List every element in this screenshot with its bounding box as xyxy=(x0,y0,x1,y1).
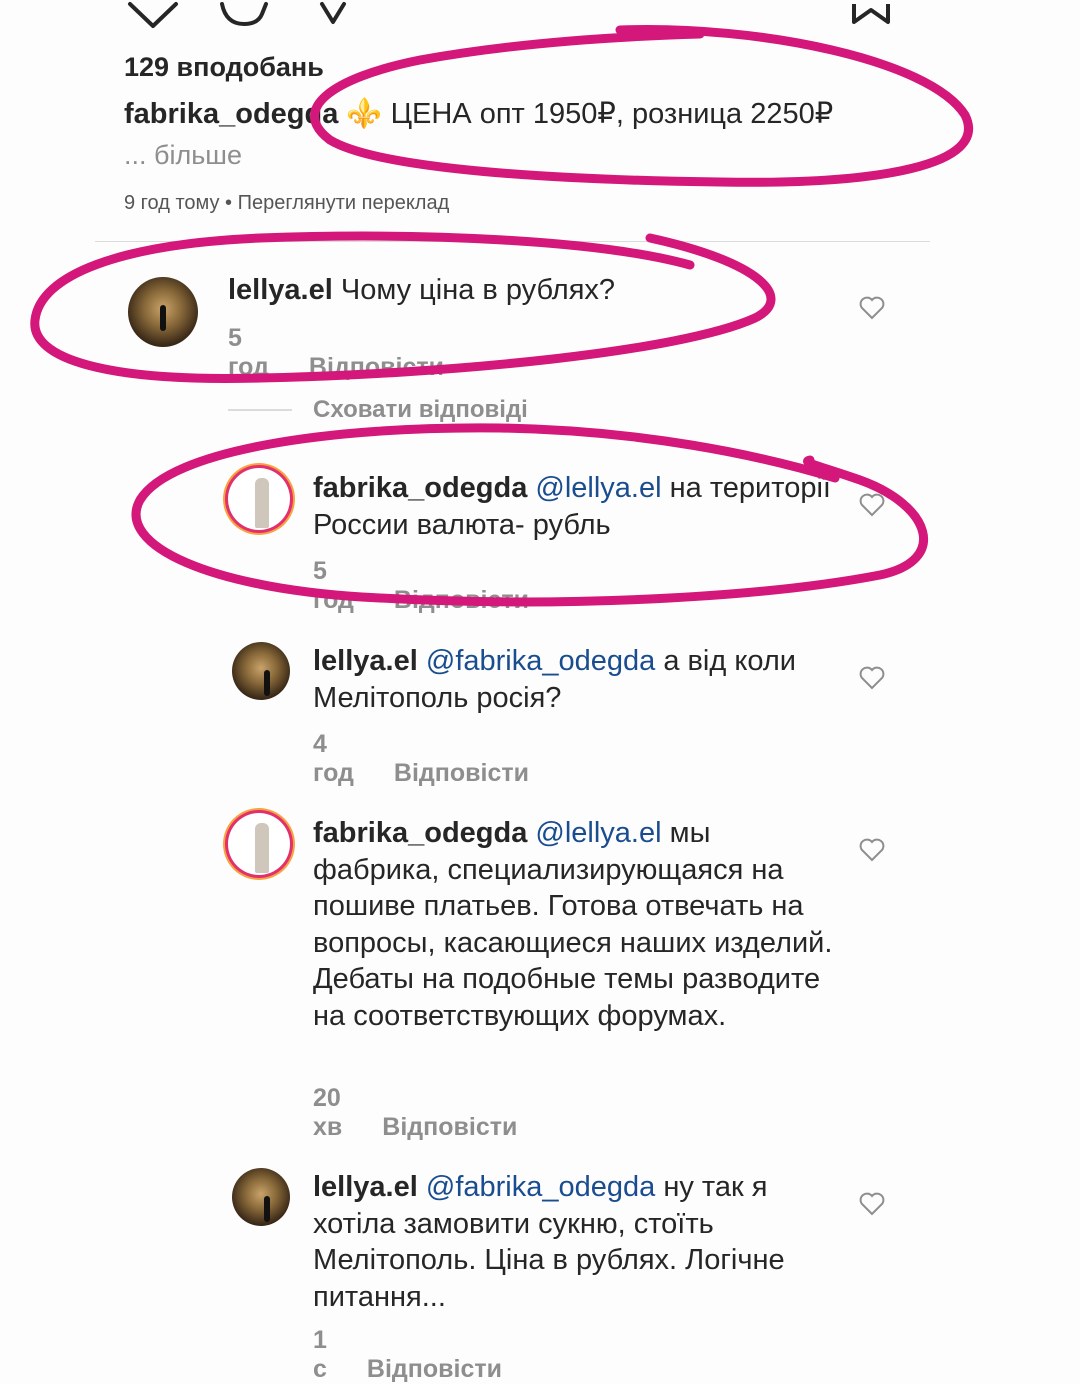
reply-button[interactable]: Відповісти xyxy=(367,1355,502,1383)
heart-icon[interactable] xyxy=(859,296,885,320)
heart-icon[interactable] xyxy=(128,2,178,28)
avatar[interactable] xyxy=(228,813,290,875)
comment-time: 5 год xyxy=(313,557,354,614)
divider xyxy=(228,409,292,411)
hide-replies-button[interactable]: Сховати відповіді xyxy=(313,396,528,424)
comment-username[interactable]: fabrika_odegda xyxy=(313,817,527,849)
avatar[interactable] xyxy=(232,642,290,700)
comment-icon[interactable] xyxy=(220,2,268,27)
reply-button[interactable]: Відповісти xyxy=(394,759,529,787)
share-icon[interactable] xyxy=(320,2,346,24)
more-link[interactable]: ... більше xyxy=(124,140,242,171)
post-caption: fabrika_odegda ⚜️ ЦЕНА опт 1950₽, розниц… xyxy=(124,96,833,131)
comment-mention[interactable]: @lellya.el xyxy=(535,817,661,849)
comment-time: 5 год xyxy=(228,324,269,381)
comment-time: 20 хв xyxy=(313,1084,343,1141)
comment-body: Чому ціна в рублях? xyxy=(340,274,616,306)
comment-mention[interactable]: @fabrika_odegda xyxy=(426,645,655,677)
comment-text: lellya.el Чому ціна в рублях? xyxy=(228,272,828,309)
comment-mention[interactable]: @lellya.el xyxy=(535,472,661,504)
comment-username[interactable]: lellya.el xyxy=(313,1171,418,1203)
comment-footer: 20 хв Відповісти xyxy=(313,1084,517,1142)
comment-username[interactable]: lellya.el xyxy=(313,645,418,677)
post-action-bar xyxy=(128,2,890,28)
comment-body: мы фабрика, специализирующаяся на пошиве… xyxy=(313,817,833,1032)
comment-text: lellya.el @fabrika_odegda ну так я хотіл… xyxy=(313,1169,833,1315)
heart-icon[interactable] xyxy=(859,666,885,690)
comment-footer: 4 год Відповісти xyxy=(313,730,529,788)
comment-text: fabrika_odegda @lellya.el мы фабрика, сп… xyxy=(313,815,833,1034)
avatar[interactable] xyxy=(232,1168,290,1226)
heart-icon[interactable] xyxy=(859,838,885,862)
reply-button[interactable]: Відповісти xyxy=(382,1113,517,1141)
likes-count[interactable]: 129 вподобань xyxy=(124,52,324,83)
comment-time: 1 с xyxy=(313,1326,327,1383)
comment-time: 4 год xyxy=(313,730,354,787)
heart-icon[interactable] xyxy=(859,1192,885,1216)
comment-text: lellya.el @fabrika_odegda а від коли Мел… xyxy=(313,643,843,716)
reply-button[interactable]: Відповісти xyxy=(309,353,444,381)
caption-username[interactable]: fabrika_odegda xyxy=(124,98,338,130)
avatar[interactable] xyxy=(128,277,198,347)
comment-mention[interactable]: @fabrika_odegda xyxy=(426,1171,655,1203)
comment-username[interactable]: lellya.el xyxy=(228,274,333,306)
post-meta[interactable]: 9 год тому • Переглянути переклад xyxy=(124,192,449,215)
comment-text: fabrika_odegda @lellya.el на території Р… xyxy=(313,470,843,543)
comment-footer: 5 год Відповісти xyxy=(228,324,444,382)
avatar[interactable] xyxy=(228,468,290,530)
comment-footer: 1 с Відповісти xyxy=(313,1326,502,1384)
reply-button[interactable]: Відповісти xyxy=(394,586,529,614)
comment-username[interactable]: fabrika_odegda xyxy=(313,472,527,504)
divider xyxy=(95,241,930,242)
caption-text: ⚜️ ЦЕНА опт 1950₽, розница 2250₽ xyxy=(346,98,834,130)
bookmark-icon[interactable] xyxy=(852,4,890,24)
comment-footer: 5 год Відповісти xyxy=(313,557,529,615)
heart-icon[interactable] xyxy=(859,493,885,517)
